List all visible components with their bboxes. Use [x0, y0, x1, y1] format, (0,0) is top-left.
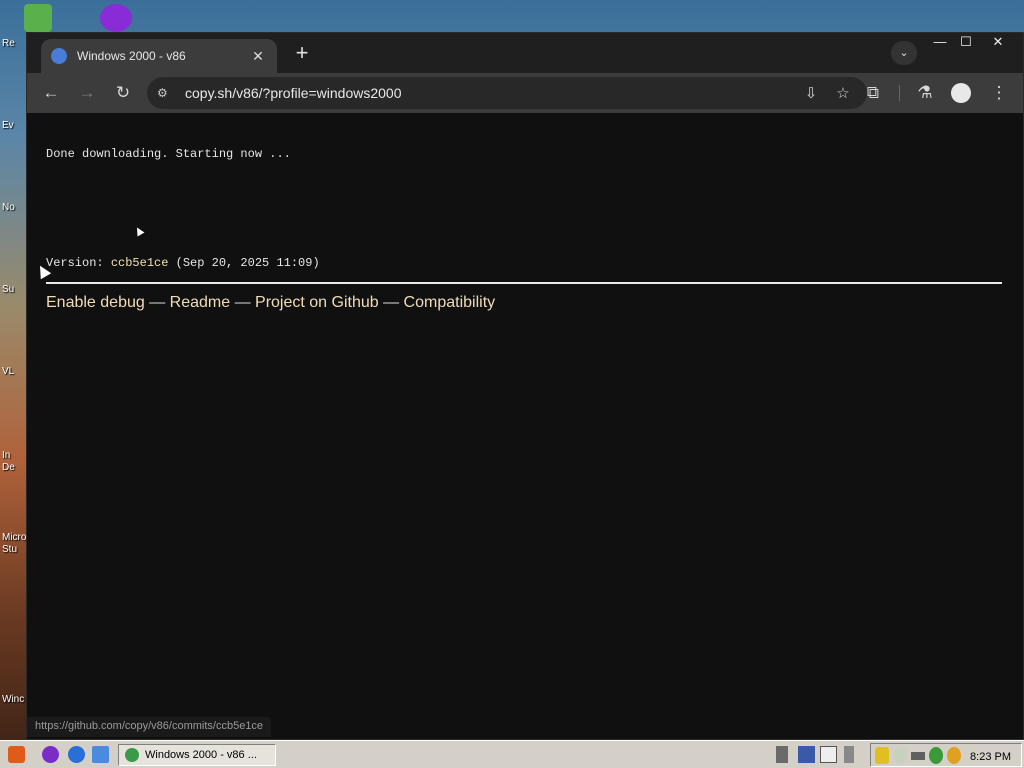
install-app-icon[interactable]: ⇩ — [797, 84, 825, 102]
system-tray: 8:23 PM — [870, 743, 1022, 767]
tray-app-icon[interactable] — [893, 747, 907, 764]
enable-debug-link[interactable]: Enable debug — [46, 294, 145, 311]
tab-windows-2000[interactable]: Windows 2000 - v86 ✕ — [41, 39, 277, 73]
browser-window: Windows 2000 - v86 ✕ + ⌄ — ☐ ✕ ← → ↻ ⚙ c… — [26, 32, 1024, 740]
readme-link[interactable]: Readme — [170, 294, 230, 311]
desktop-label: Ev — [2, 120, 14, 131]
version-date: (Sep 20, 2025 11:09) — [168, 256, 320, 270]
version-label: Version: — [46, 256, 111, 270]
version-line: Version: ccb5e1ce (Sep 20, 2025 11:09) — [46, 256, 320, 270]
toolbar-divider — [899, 85, 900, 101]
desktop-label: Re — [2, 38, 15, 49]
footer-links: Enable debug — Readme — Project on Githu… — [46, 294, 495, 312]
network-icon[interactable] — [844, 746, 854, 763]
desktop-label: No — [2, 202, 15, 213]
cursor-icon — [133, 225, 145, 237]
desktop-label: Winc — [2, 694, 25, 705]
new-tab-button[interactable]: + — [289, 41, 315, 67]
desktop-label: Stu — [2, 544, 18, 555]
close-window-button[interactable]: ✕ — [983, 33, 1013, 53]
close-tab-icon[interactable]: ✕ — [249, 48, 267, 65]
v86-shortcut-icon[interactable] — [100, 4, 132, 32]
link-separator: — — [144, 294, 170, 311]
version-hash-link[interactable]: ccb5e1ce — [111, 256, 169, 270]
v86-favicon-icon — [51, 48, 67, 64]
help-icon[interactable] — [820, 746, 837, 763]
pen-icon[interactable] — [776, 746, 788, 763]
compatibility-link[interactable]: Compatibility — [404, 294, 496, 311]
shield-icon[interactable] — [875, 747, 889, 764]
v86-quicklaunch-icon[interactable] — [42, 746, 59, 763]
site-info-icon[interactable]: ⚙ — [157, 86, 177, 100]
hover-url-status: https://github.com/copy/v86/commits/ccb5… — [27, 717, 272, 737]
link-separator: — — [230, 294, 256, 311]
tray-green-icon[interactable] — [929, 747, 943, 764]
bookmark-star-icon[interactable]: ☆ — [829, 84, 857, 102]
profile-avatar[interactable] — [951, 83, 971, 103]
recycle-bin-icon[interactable] — [24, 4, 52, 32]
desktop: Re Ev No Su VL In De Micro Stu Winc — [0, 0, 132, 740]
github-link[interactable]: Project on Github — [255, 294, 379, 311]
browser-icon — [125, 748, 139, 762]
forward-button[interactable]: → — [73, 79, 101, 107]
maximize-button[interactable]: ☐ — [951, 33, 981, 53]
divider — [46, 282, 1002, 284]
desktop-label: VL — [2, 366, 15, 377]
search-icon[interactable] — [947, 747, 961, 764]
url-text[interactable]: copy.sh/v86/?profile=windows2000 — [185, 85, 793, 101]
taskbar: Windows 2000 - v86 ... 8:23 PM — [0, 740, 1024, 768]
desktop-label: Micro — [2, 532, 27, 543]
browser-toolbar: ← → ↻ ⚙ copy.sh/v86/?profile=windows2000… — [27, 73, 1023, 113]
extensions-icon[interactable]: ⧉ — [859, 79, 887, 107]
address-bar[interactable]: ⚙ copy.sh/v86/?profile=windows2000 ⇩ ☆ — [147, 77, 867, 109]
taskbar-window-button[interactable]: Windows 2000 - v86 ... — [118, 744, 276, 766]
show-desktop-icon[interactable] — [92, 746, 109, 763]
back-button[interactable]: ← — [37, 79, 65, 107]
page-content: Done downloading. Starting now ... Versi… — [27, 113, 1023, 739]
tray-connection-icon[interactable] — [911, 752, 925, 760]
desktop-label: In — [2, 450, 11, 461]
tab-title: Windows 2000 - v86 — [77, 49, 186, 63]
browser-menu-icon[interactable]: ⋮ — [985, 79, 1013, 107]
title-bar: Windows 2000 - v86 ✕ + ⌄ — ☐ ✕ — [27, 33, 1023, 73]
reload-button[interactable]: ↻ — [109, 79, 137, 107]
status-message: Done downloading. Starting now ... — [46, 147, 291, 161]
internet-explorer-icon[interactable] — [68, 746, 85, 763]
start-icon[interactable] — [8, 746, 25, 763]
link-separator: — — [378, 294, 404, 311]
desktop-label: De — [2, 462, 15, 473]
desktop-label: Su — [2, 284, 15, 295]
keyboard-icon[interactable] — [798, 746, 815, 763]
tab-search-button[interactable]: ⌄ — [891, 41, 917, 65]
taskbar-window-label: Windows 2000 - v86 ... — [145, 749, 257, 761]
clock: 8:23 PM — [970, 751, 1011, 763]
labs-flask-icon[interactable]: ⚗ — [911, 79, 939, 107]
